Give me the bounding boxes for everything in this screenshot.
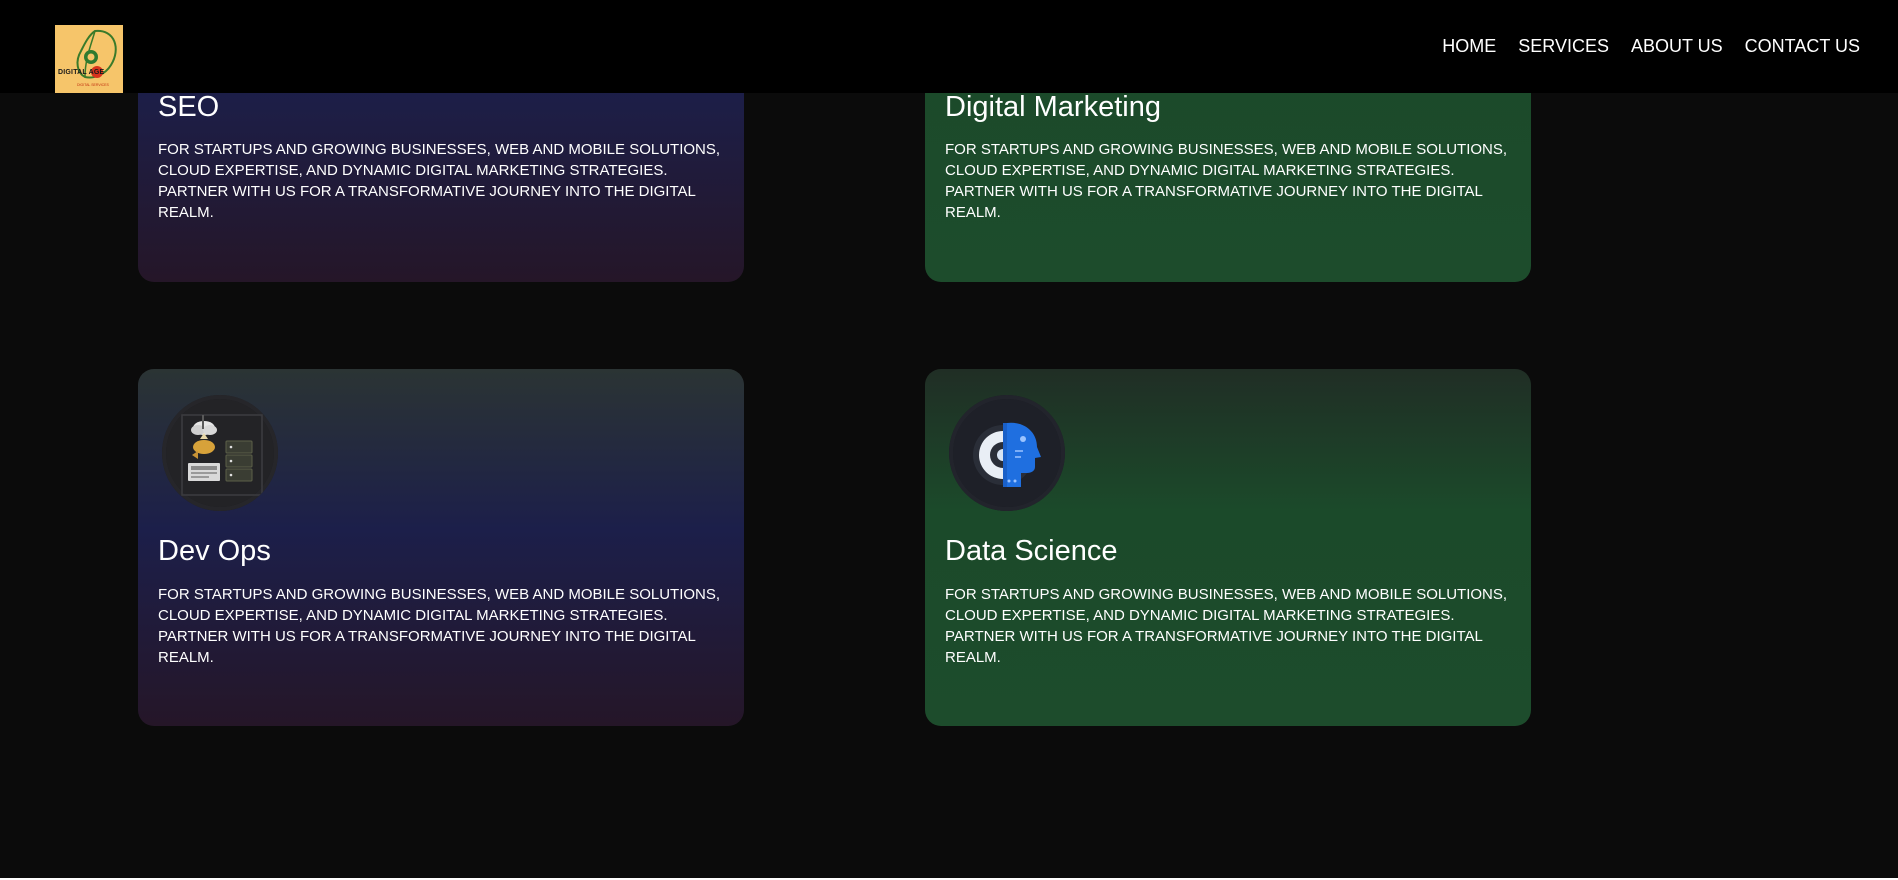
service-description: FOR STARTUPS AND GROWING BUSINESSES, WEB… (158, 141, 721, 221)
logo[interactable]: DIGITAL AGE DIGITAL SERVICES (55, 25, 123, 93)
nav-home[interactable]: HOME (1442, 35, 1496, 57)
navbar: DIGITAL AGE DIGITAL SERVICES HOME SERVIC… (0, 0, 1898, 93)
nav-services[interactable]: SERVICES (1518, 35, 1609, 57)
service-description: FOR STARTUPS AND GROWING BUSINESSES, WEB… (945, 141, 1508, 221)
cloud-server-icon (162, 395, 278, 511)
nav-about-us[interactable]: ABOUT US (1631, 35, 1723, 57)
service-description: FOR STARTUPS AND GROWING BUSINESSES, WEB… (945, 586, 1508, 666)
service-description: FOR STARTUPS AND GROWING BUSINESSES, WEB… (158, 586, 721, 666)
page: SEO FOR STARTUPS AND GROWING BUSINESSES,… (0, 0, 1898, 878)
nav-contact-us[interactable]: CONTACT US (1745, 35, 1860, 57)
logo-subtext: DIGITAL SERVICES (77, 83, 109, 87)
ai-head-gear-icon (949, 395, 1065, 511)
service-title: Digital Marketing (945, 91, 1161, 123)
service-card-data-science: Data Science FOR STARTUPS AND GROWING BU… (925, 369, 1531, 726)
service-title: Dev Ops (158, 535, 271, 567)
logo-text: DIGITAL AGE (58, 69, 105, 76)
main-nav: HOME SERVICES ABOUT US CONTACT US (1442, 35, 1860, 57)
service-title: Data Science (945, 535, 1118, 567)
service-card-dev-ops: Dev Ops FOR STARTUPS AND GROWING BUSINES… (138, 369, 744, 726)
service-title: SEO (158, 91, 220, 123)
